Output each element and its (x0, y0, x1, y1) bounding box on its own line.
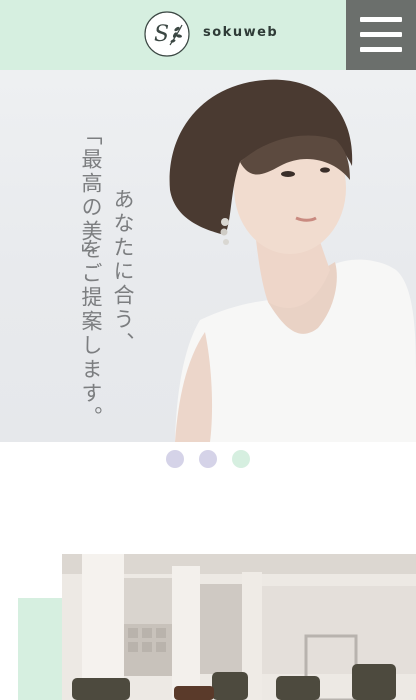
svg-text:S: S (154, 22, 169, 47)
menu-button[interactable] (346, 0, 416, 70)
slider-dot-1[interactable] (166, 450, 184, 468)
site-header: S sokuweb (0, 0, 416, 70)
brand-name[interactable]: sokuweb (203, 25, 278, 40)
slider-dot-2[interactable] (199, 450, 217, 468)
hero-tagline-line1: あなたに合う、 (111, 188, 135, 356)
hero-photo (169, 79, 416, 442)
hero-tagline-line3: をご提案します。 (79, 238, 103, 430)
salon-interior-photo (62, 554, 416, 700)
accent-block (18, 598, 62, 700)
logo-icon[interactable]: S (144, 11, 190, 57)
hero-slide: あなたに合う、 「最高の美」 をご提案します。 (0, 70, 416, 442)
slider-dot-3[interactable] (232, 450, 250, 468)
